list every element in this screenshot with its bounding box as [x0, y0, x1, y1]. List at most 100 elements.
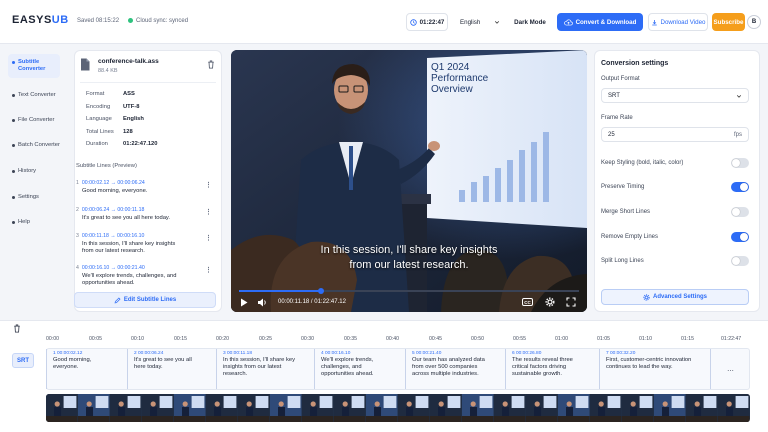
toggle-label-merge-short-lines: Merge Short Lines: [601, 209, 651, 215]
subtitle-line[interactable]: 2 00:00:06.24 → 00:00:11.18 It's great to…: [76, 207, 218, 222]
tick-label: 00:35: [344, 336, 357, 342]
caption-line-1: In this session, I'll share key insights: [320, 244, 498, 256]
timeline-clip[interactable]: 3 00:00:11.18 In this session, I'll share…: [216, 349, 306, 389]
play-icon[interactable]: [240, 298, 248, 307]
trash-icon[interactable]: [207, 60, 215, 69]
timeline-clip[interactable]: 6 00:00:26.80 The results reveal three cr…: [505, 349, 595, 389]
gear-icon[interactable]: [545, 297, 555, 307]
timeline-clip[interactable]: 7 00:00:32.20 First, customer-centric inn…: [599, 349, 699, 389]
more-vertical-icon[interactable]: ⋮: [205, 209, 212, 217]
language-select[interactable]: English: [456, 13, 504, 31]
sidebar-item-help[interactable]: Help: [12, 219, 64, 226]
file-info-table: Format ASS Encoding UTF-8 Language English …: [86, 91, 216, 154]
info-row-encoding: Encoding UTF-8: [86, 103, 140, 110]
bullet-icon: [12, 144, 15, 147]
subscribe-button[interactable]: Subscribe: [712, 13, 745, 31]
more-vertical-icon[interactable]: ⋮: [205, 235, 212, 243]
toggle-label-split-long-lines: Split Long Lines: [601, 258, 644, 264]
tick-label: 01:10: [639, 336, 652, 342]
saved-status: Saved 08:15:22: [77, 18, 120, 24]
fullscreen-icon[interactable]: [566, 297, 576, 307]
bullet-icon: [12, 196, 15, 199]
bullet-icon: [12, 221, 15, 224]
synced-dot-icon: [128, 18, 133, 23]
sidebar-item-file-converter[interactable]: File Converter: [12, 117, 64, 124]
filmstrip-frame: [654, 394, 686, 422]
gear-icon: [643, 293, 650, 301]
filmstrip-frame: [206, 394, 238, 422]
filmstrip-frame: [430, 394, 462, 422]
preview-title: Subtitle Lines (Preview): [76, 163, 137, 169]
sidebar-item-subtitle-converter[interactable]: Subtitle Converter: [8, 54, 60, 78]
sidebar-item-settings[interactable]: Settings: [12, 194, 64, 201]
tick-label: 00:25: [259, 336, 272, 342]
frame-rate-input[interactable]: 25 fps: [601, 127, 749, 142]
remove-empty-lines-toggle[interactable]: [731, 232, 749, 242]
more-vertical-icon[interactable]: ⋮: [205, 267, 212, 275]
bullet-icon: [12, 119, 15, 122]
output-format-select[interactable]: SRT: [601, 88, 749, 103]
progress-track[interactable]: [239, 288, 579, 294]
tick-label: 01:05: [597, 336, 610, 342]
merge-short-lines-toggle[interactable]: [731, 207, 749, 217]
pencil-icon: [114, 296, 121, 303]
avatar[interactable]: B: [747, 15, 761, 29]
app-logo: EASYSUB: [12, 14, 69, 26]
chevron-down-icon: [494, 21, 500, 24]
trash-icon[interactable]: [13, 324, 21, 333]
bullet-icon: [12, 170, 15, 173]
filmstrip-frame: [78, 394, 110, 422]
filmstrip-frame: [590, 394, 622, 422]
video-player[interactable]: Q1 2024 Performance Overview In this ses…: [231, 50, 587, 312]
captions-button[interactable]: CC: [522, 298, 533, 306]
divider: [80, 82, 216, 83]
top-bar: EASYSUB Saved 08:15:22 Cloud sync: synce…: [0, 0, 768, 44]
preserve-timing-toggle[interactable]: [731, 182, 749, 192]
slide-title: Q1 2024 Performance Overview: [431, 62, 489, 95]
toggle-label-keep-styling: Keep Styling (bold, italic, color): [601, 160, 684, 166]
info-row-duration: Duration 01:22:47.120: [86, 141, 158, 147]
tick-label: 00:20: [216, 336, 229, 342]
frame-rate-label: Frame Rate: [601, 115, 633, 121]
timeline-clip[interactable]: 2 00:00:06.24 It's great to see you all h…: [127, 349, 209, 389]
filmstrip-frame: [334, 394, 366, 422]
split-long-lines-toggle[interactable]: [731, 256, 749, 266]
filmstrip-frame: [302, 394, 334, 422]
sidebar-item-text-converter[interactable]: Text Converter: [12, 92, 64, 99]
download-video-button[interactable]: Download Video: [648, 13, 708, 31]
filmstrip-frame: [174, 394, 206, 422]
more-vertical-icon[interactable]: ⋮: [205, 182, 212, 190]
tick-label: 00:45: [429, 336, 442, 342]
keep-styling-toggle[interactable]: [731, 158, 749, 168]
timer-display: 01:22:47: [406, 13, 448, 31]
subtitle-line[interactable]: 3 00:00:11.18 → 00:00:16.10 In this sessi…: [76, 233, 218, 256]
info-row-total-lines: Total Lines 128: [86, 128, 133, 135]
dark-mode-button[interactable]: Dark Mode: [510, 13, 550, 31]
edit-subtitle-lines-button[interactable]: Edit Subtitle Lines: [74, 292, 216, 308]
sidebar-item-history[interactable]: History: [12, 168, 64, 175]
file-size: 88.4 KB: [98, 68, 118, 74]
tick-label: 00:10: [131, 336, 144, 342]
track-label[interactable]: SRT: [12, 353, 34, 368]
timeline-clip[interactable]: 5 00:00:21.40 Our team has analyzed data …: [405, 349, 501, 389]
convert-download-button[interactable]: Convert & Download: [557, 13, 643, 31]
timeline-clip[interactable]: 1 00:00:02.12 Good morning, everyone.: [46, 349, 122, 389]
info-row-language: Language English: [86, 116, 144, 122]
filmstrip-frame: [142, 394, 174, 422]
sidebar-item-batch-converter[interactable]: Batch Converter: [12, 142, 68, 149]
subtitle-line[interactable]: 4 00:00:16.10 → 00:00:21.40 We'll explore…: [76, 265, 218, 288]
tick-label: 00:50: [471, 336, 484, 342]
filmstrip-frames: [46, 394, 750, 422]
advanced-settings-button[interactable]: Advanced Settings: [601, 289, 749, 305]
filmstrip-frame: [526, 394, 558, 422]
filmstrip-frame: [366, 394, 398, 422]
subtitle-line[interactable]: 1 00:00:02.12 → 00:00:06.24 Good morning,…: [76, 180, 218, 195]
more-clips[interactable]: ...: [710, 349, 750, 389]
video-controls: 00:00:11.18 / 01:22:47.12 CC: [231, 294, 587, 312]
tick-label: 00:40: [386, 336, 399, 342]
volume-icon[interactable]: [257, 298, 267, 307]
timeline-clip[interactable]: 4 00:00:16.10 We'll explore trends, chall…: [314, 349, 400, 389]
file-icon: [81, 58, 90, 71]
filmstrip-frame: [462, 394, 494, 422]
video-filmstrip[interactable]: [46, 394, 750, 422]
